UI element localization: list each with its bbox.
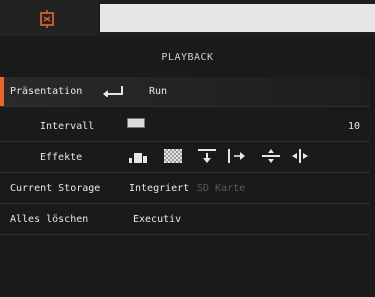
storage-option-sd[interactable]: SD Karte: [197, 183, 245, 194]
delete-all-value[interactable]: Executiv: [133, 214, 181, 225]
dissolve-effect-icon[interactable]: [164, 149, 182, 163]
interval-label: Intervall: [40, 121, 95, 132]
presentation-value[interactable]: Run: [149, 86, 167, 97]
split-vertical-icon[interactable]: [262, 149, 280, 163]
menu-row-interval[interactable]: Intervall 10: [0, 112, 370, 142]
top-tab[interactable]: [0, 0, 98, 36]
page-title: PLAYBACK: [161, 52, 214, 63]
menu-row-storage[interactable]: Current Storage Integriert SD Karte: [0, 174, 370, 204]
presentation-label: Präsentation: [10, 86, 83, 97]
osd-screen: PLAYBACK Präsentation Run Intervall 10 E…: [0, 0, 375, 297]
top-panel: [100, 4, 375, 32]
menu-row-presentation[interactable]: Präsentation Run: [0, 77, 370, 107]
interval-value: 10: [348, 121, 361, 132]
menu-row-delete-all[interactable]: Alles löschen Executiv: [0, 205, 370, 235]
wipe-down-icon[interactable]: [198, 149, 216, 163]
storage-label: Current Storage: [10, 183, 101, 194]
storage-option-internal[interactable]: Integriert: [129, 183, 189, 194]
enter-icon: [103, 86, 123, 97]
gear-frame-icon: [40, 10, 54, 28]
top-bar: [0, 0, 375, 36]
blocks-effect-icon[interactable]: [129, 149, 147, 163]
effects-label: Effekte: [40, 152, 83, 163]
menu-row-effects[interactable]: Effekte: [0, 143, 370, 173]
wipe-right-icon[interactable]: [228, 149, 246, 163]
interval-slider[interactable]: [127, 118, 145, 128]
split-horizontal-icon[interactable]: [291, 149, 309, 163]
delete-all-label: Alles löschen: [10, 214, 89, 225]
